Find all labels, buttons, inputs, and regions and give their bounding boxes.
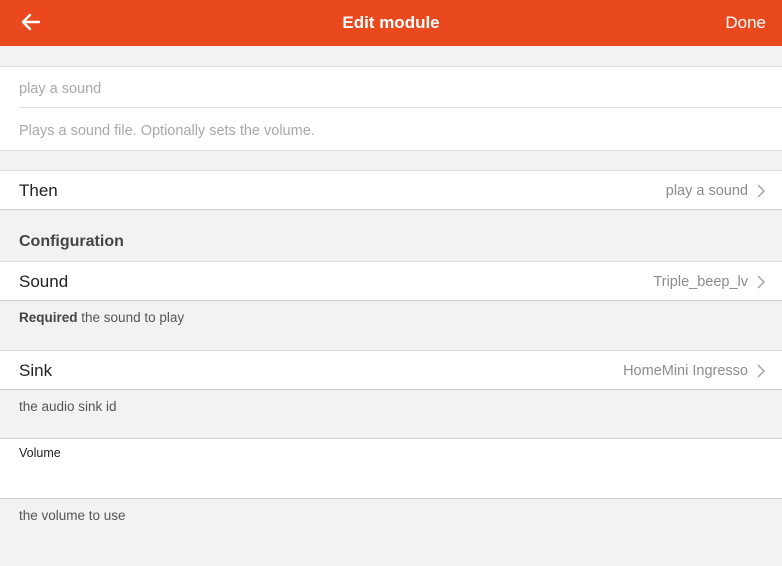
then-row[interactable]: Then play a sound [0,170,782,210]
top-bar: Edit module Done [0,0,782,46]
then-label: Then [19,181,58,200]
volume-label: Volume [19,446,61,460]
sink-value: HomeMini Ingresso [623,363,748,379]
sink-row[interactable]: Sink HomeMini Ingresso [0,350,782,390]
volume-help-text: the volume to use [19,508,126,523]
module-description-field[interactable]: Plays a sound file. Optionally sets the … [19,123,782,139]
done-button[interactable]: Done [725,0,766,46]
module-name-field[interactable]: play a sound [19,81,782,97]
volume-field-block: Volume [0,438,782,499]
sink-label: Sink [19,361,53,380]
sound-help: the sound to play [81,310,185,325]
chevron-right-icon [757,364,766,378]
sound-help-text: Required the sound to play [19,310,184,325]
chevron-right-icon [757,275,766,289]
sound-value: Triple_beep_lv [653,274,748,290]
required-label: Required [19,310,78,325]
sound-label: Sound [19,272,69,291]
module-info-block: play a sound Plays a sound file. Optiona… [0,66,782,151]
divider [19,107,782,108]
chevron-right-icon [757,184,766,198]
sink-help-text: the audio sink id [19,399,117,414]
then-value: play a sound [665,183,748,199]
sound-row[interactable]: Sound Triple_beep_lv [0,261,782,301]
volume-input[interactable] [19,465,766,489]
page-title: Edit module [342,13,440,32]
configuration-header: Configuration [19,233,124,250]
